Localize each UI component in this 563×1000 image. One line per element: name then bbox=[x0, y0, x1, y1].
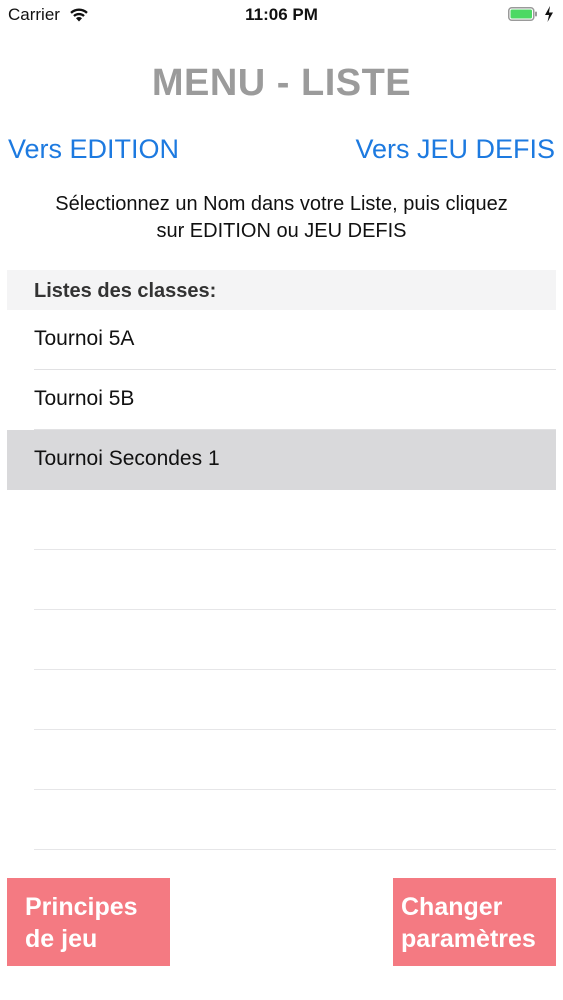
empty-list-row bbox=[7, 490, 556, 550]
list-item[interactable]: Tournoi 5B bbox=[7, 370, 556, 430]
instructions-line-2: sur EDITION ou JEU DEFIS bbox=[156, 220, 407, 242]
list-item-label: Tournoi 5A bbox=[34, 327, 135, 350]
charging-bolt-icon bbox=[543, 5, 555, 23]
instructions-line-1: Sélectionnez un Nom dans votre Liste, pu… bbox=[55, 193, 508, 215]
status-bar: Carrier 11:06 PM bbox=[0, 0, 563, 30]
list-section-header: Listes des classes: bbox=[7, 270, 556, 310]
list-item[interactable]: Tournoi 5A bbox=[7, 310, 556, 370]
empty-list-row bbox=[7, 610, 556, 670]
change-settings-label-line-2: paramètres bbox=[401, 925, 536, 953]
change-settings-label-line-1: Changer bbox=[401, 893, 503, 921]
list-item-label: Tournoi Secondes 1 bbox=[34, 447, 220, 470]
empty-list-row bbox=[7, 730, 556, 790]
empty-list-row bbox=[7, 790, 556, 850]
clock: 11:06 PM bbox=[245, 5, 318, 24]
list-header-label: Listes des classes: bbox=[34, 280, 217, 302]
to-game-challenges-link[interactable]: Vers JEU DEFIS bbox=[355, 134, 555, 165]
list-item-label: Tournoi 5B bbox=[34, 387, 135, 410]
game-principles-button[interactable]: Principes de jeu bbox=[7, 878, 170, 966]
game-principles-label-line-2: de jeu bbox=[25, 925, 98, 953]
instructions-text: Sélectionnez un Nom dans votre Liste, pu… bbox=[10, 191, 553, 245]
change-settings-button[interactable]: Changer paramètres bbox=[393, 878, 556, 966]
empty-list-row bbox=[7, 550, 556, 610]
to-edition-link[interactable]: Vers EDITION bbox=[8, 134, 179, 165]
class-list: Listes des classes: Tournoi 5A Tournoi 5… bbox=[7, 270, 556, 850]
list-item-selected[interactable]: Tournoi Secondes 1 bbox=[7, 430, 556, 490]
empty-list-row bbox=[7, 670, 556, 730]
page-title: MENU - LISTE bbox=[151, 62, 412, 104]
game-principles-label-line-1: Principes bbox=[25, 893, 138, 921]
battery-icon bbox=[508, 7, 538, 21]
